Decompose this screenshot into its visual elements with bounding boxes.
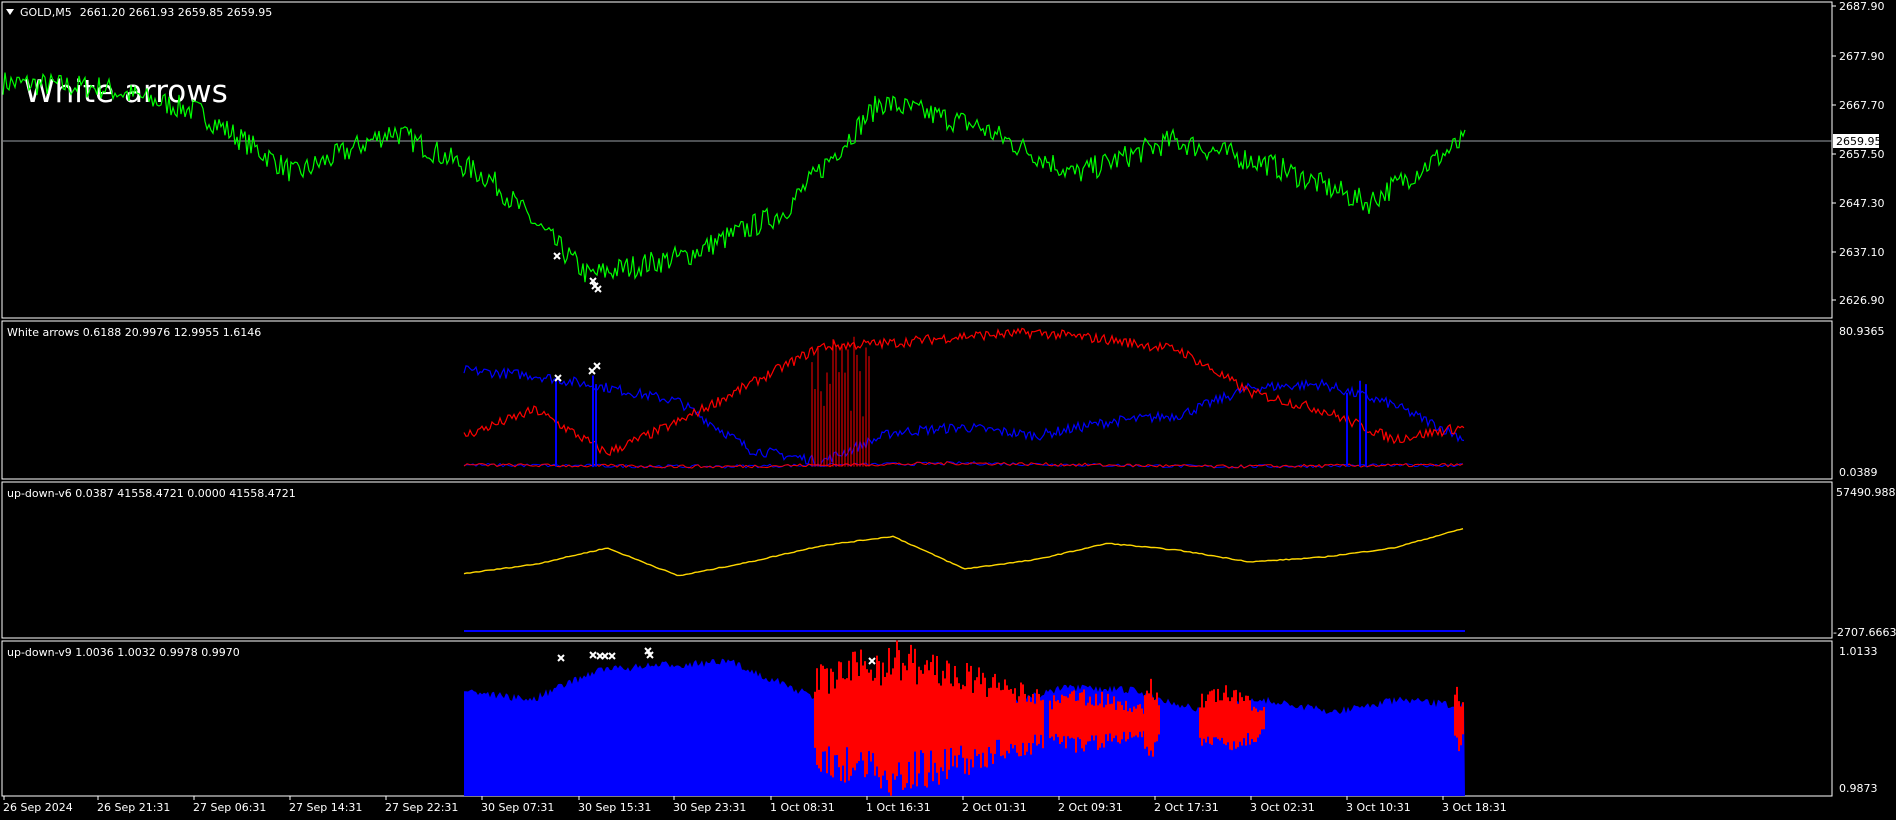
up-down-v9-tick-max: 1.0133 [1839,645,1878,658]
time-label: 1 Oct 16:31 [866,801,931,814]
price-tick: 2626.90 [1839,294,1885,307]
time-label: 27 Sep 06:31 [193,801,266,814]
time-label: 27 Sep 22:31 [385,801,458,814]
time-label: 27 Sep 14:31 [289,801,362,814]
price-tick: 2637.10 [1839,246,1885,259]
time-label: 3 Oct 18:31 [1442,801,1507,814]
price-axis[interactable]: 2687.90 2677.90 2667.70 2657.50 2647.30 … [1832,0,1885,307]
up-down-v6-tick-min: -2707.6663 [1833,626,1896,639]
time-label: 30 Sep 15:31 [578,801,651,814]
white-arrows-title: White arrows 0.6188 20.9976 12.9955 1.61… [7,326,261,339]
up-down-v9-title: up-down-v9 1.0036 1.0032 0.9978 0.9970 [7,646,240,659]
price-pane[interactable] [1,1,1833,319]
mt4-chart-window[interactable]: GOLD,M5 2661.20 2661.93 2659.85 2659.95 W… [0,0,1896,820]
time-label: 30 Sep 23:31 [673,801,746,814]
price-tick: 2677.90 [1839,50,1885,63]
up-down-v6-pane[interactable] [1,481,1833,639]
time-label: 30 Sep 07:31 [481,801,554,814]
time-label: 2 Oct 09:31 [1058,801,1123,814]
price-tick: 2657.50 [1839,148,1885,161]
time-label: 26 Sep 2024 [3,801,73,814]
time-label: 26 Sep 21:31 [97,801,170,814]
current-price-label: 2659.95 [1836,135,1882,148]
up-down-v6-title: up-down-v6 0.0387 41558.4721 0.0000 4155… [7,487,296,500]
time-label: 3 Oct 10:31 [1346,801,1411,814]
up-down-v6-tick-max: 57490.988 [1836,486,1896,499]
time-label: 2 Oct 17:31 [1154,801,1219,814]
time-label: 1 Oct 08:31 [770,801,835,814]
price-pane-title: GOLD,M5 2661.20 2661.93 2659.85 2659.95 [20,6,272,19]
price-tick: 2647.30 [1839,197,1885,210]
price-tick: 2687.90 [1839,0,1885,13]
up-down-v9-tick-min: 0.9873 [1839,782,1878,795]
time-label: 3 Oct 02:31 [1250,801,1315,814]
time-label: 2 Oct 01:31 [962,801,1027,814]
white-arrows-tick-max: 80.9365 [1839,325,1885,338]
white-arrows-tick-min: 0.0389 [1839,466,1878,479]
white-arrows-pane[interactable] [1,320,1833,480]
time-axis[interactable]: 26 Sep 2024 26 Sep 21:31 27 Sep 06:31 27 Se… [3,796,1507,814]
price-tick: 2667.70 [1839,99,1885,112]
